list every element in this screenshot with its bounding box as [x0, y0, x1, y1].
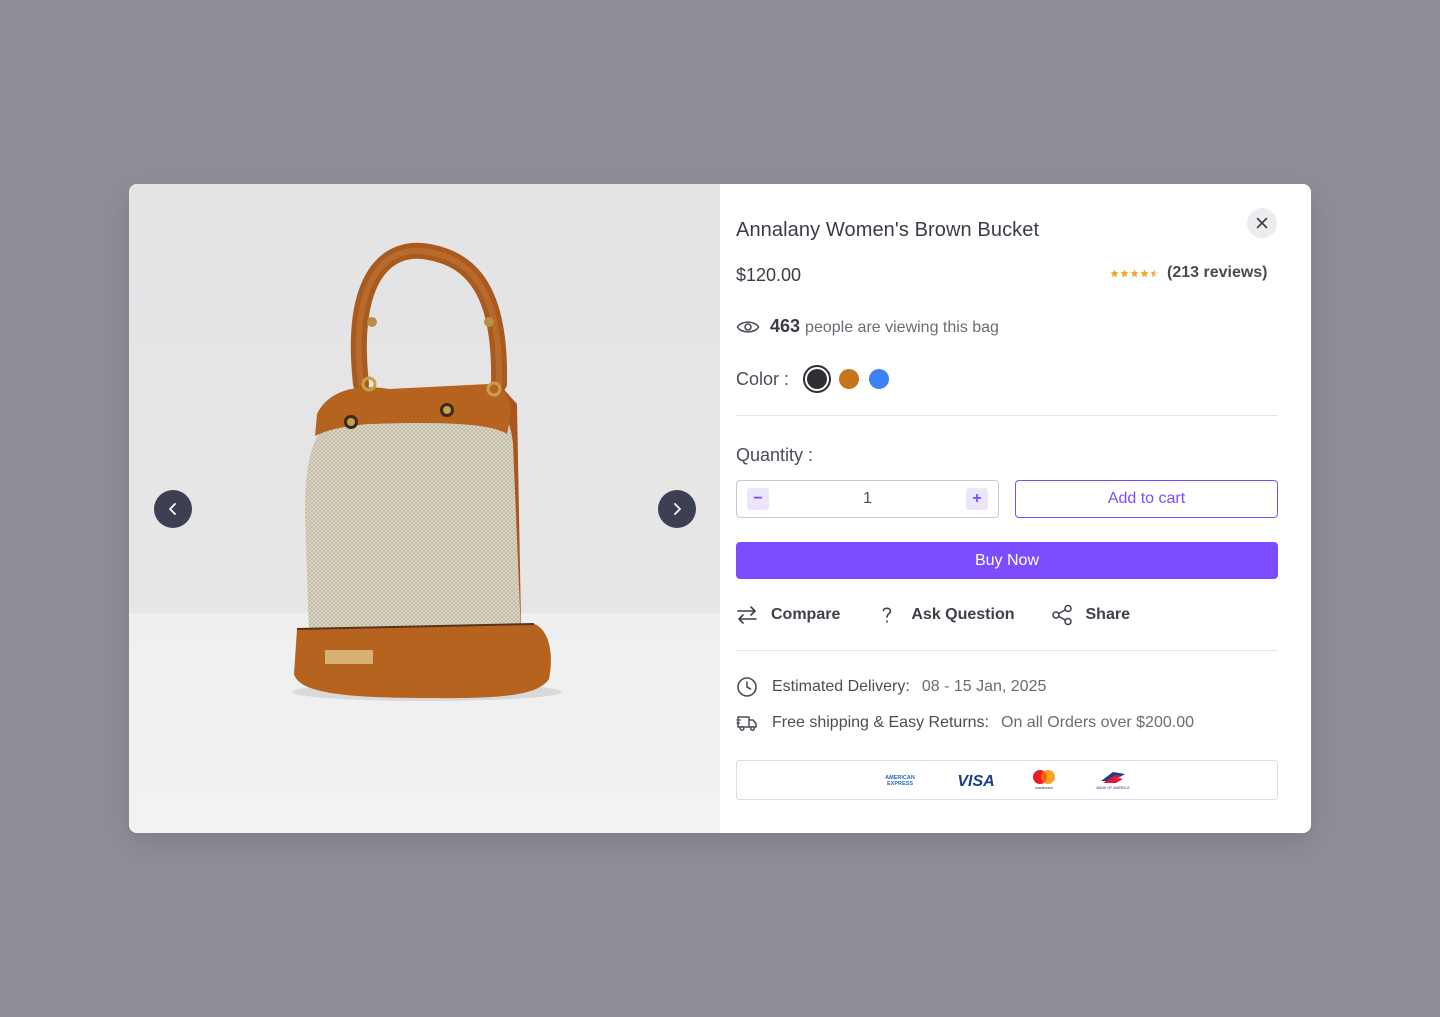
quantity-value[interactable]: 1: [863, 490, 872, 508]
product-image: [292, 242, 562, 701]
quantity-stepper: − 1 +: [736, 480, 999, 518]
product-price: $120.00: [736, 265, 802, 285]
delivery-label: Estimated Delivery:: [772, 678, 910, 695]
product-details-panel: Annalany Women's Brown Bucket $120.00 (2…: [720, 184, 1311, 833]
viewers-count: 463: [770, 316, 801, 336]
free-shipping: Free shipping & Easy Returns: On all Ord…: [736, 712, 1194, 734]
star-icon: [1130, 268, 1139, 277]
clock-icon: [737, 677, 757, 697]
color-label: Color :: [736, 368, 790, 389]
color-selector: Color :: [736, 365, 890, 393]
product-actions: Compare Ask Question Share: [736, 604, 1130, 626]
viewers-text: people are viewing this bag: [805, 319, 999, 336]
chevron-right-icon: [674, 503, 681, 515]
mastercard-logo: mastercard: [1033, 770, 1055, 790]
color-swatch-blue[interactable]: [869, 369, 890, 389]
shipping-value: On all Orders over $200.00: [1001, 714, 1194, 731]
amex-logo-text-2: EXPRESS: [887, 781, 913, 787]
review-count: (213 reviews): [1167, 264, 1268, 281]
buy-now-button[interactable]: Buy Now: [736, 542, 1278, 579]
chevron-left-icon: [169, 503, 176, 515]
product-rating[interactable]: (213 reviews): [1110, 264, 1268, 282]
question-icon: [883, 607, 892, 623]
delivery-value: 08 - 15 Jan, 2025: [921, 678, 1047, 695]
carousel-prev-button[interactable]: [154, 490, 192, 528]
compare-label: Compare: [771, 606, 841, 623]
share-icon: [1051, 604, 1072, 626]
estimated-delivery: Estimated Delivery: 08 - 15 Jan, 2025: [736, 676, 1046, 698]
quantity-label: Quantity :: [736, 445, 814, 465]
ask-question-button[interactable]: Ask Question: [876, 604, 1015, 626]
close-icon: [1256, 217, 1268, 229]
visa-logo: VISA: [957, 773, 994, 788]
share-button[interactable]: Share: [1051, 604, 1130, 626]
add-to-cart-button[interactable]: Add to cart: [1015, 480, 1278, 518]
star-icon: [1120, 268, 1129, 277]
quantity-increment-button[interactable]: +: [966, 488, 988, 510]
bank-of-america-logo: BANK OF AMERICA: [1097, 772, 1131, 790]
star-icon: [1150, 268, 1159, 277]
star-rating: [1110, 268, 1159, 278]
payment-methods: AMERICAN EXPRESS VISA mastercard BANK OF…: [736, 760, 1278, 800]
carousel-next-button[interactable]: [658, 490, 696, 528]
color-swatch-brown[interactable]: [839, 369, 860, 389]
amex-logo: AMERICAN EXPRESS: [885, 775, 915, 787]
product-title: Annalany Women's Brown Bucket: [736, 219, 1040, 241]
truck-icon: [736, 716, 757, 732]
shipping-label: Free shipping & Easy Returns:: [772, 714, 989, 731]
star-icon: [1140, 268, 1149, 277]
boa-logo-text: BANK OF AMERICA: [1097, 786, 1131, 790]
visa-logo-text: VISA: [957, 773, 994, 788]
divider: [736, 650, 1278, 651]
live-viewers: 463 people are viewing this bag: [736, 316, 999, 337]
quantity-decrement-button[interactable]: −: [747, 488, 769, 510]
product-image-carousel: [129, 184, 720, 833]
share-label: Share: [1085, 606, 1130, 623]
star-icon: [1110, 268, 1119, 277]
ask-question-label: Ask Question: [911, 606, 1015, 623]
eye-icon: [736, 320, 760, 333]
compare-button[interactable]: Compare: [736, 604, 840, 626]
compare-icon: [737, 606, 757, 624]
color-swatch-black[interactable]: [803, 365, 832, 393]
close-button[interactable]: [1247, 208, 1277, 238]
divider: [736, 415, 1278, 416]
mastercard-logo-text: mastercard: [1035, 786, 1053, 790]
product-quick-view-modal: Annalany Women's Brown Bucket $120.00 (2…: [129, 184, 1311, 833]
